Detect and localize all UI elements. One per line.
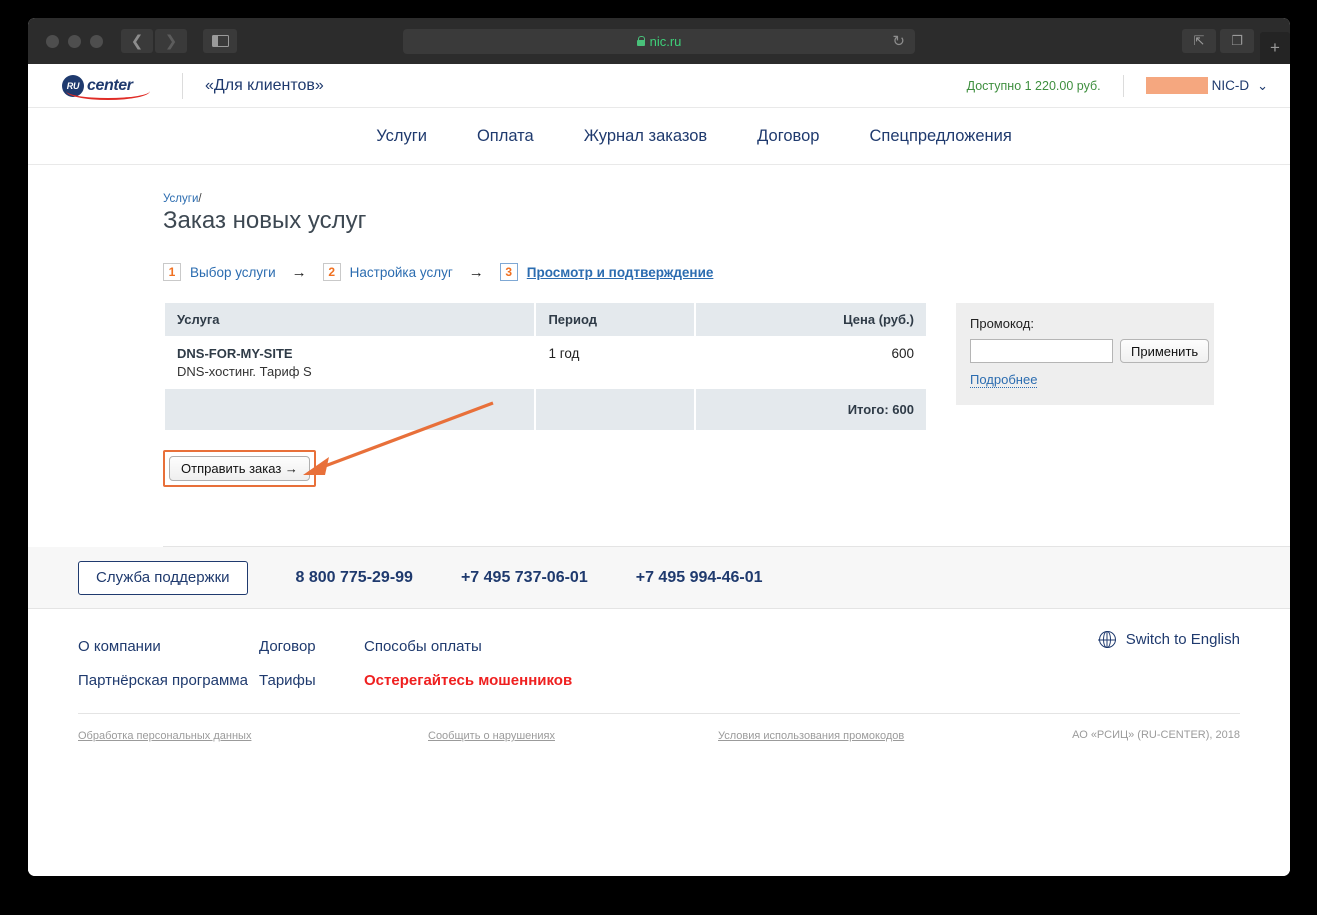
- footer-link-tariffs[interactable]: Тарифы: [259, 672, 364, 689]
- step-1-number: 1: [163, 263, 181, 281]
- step-3-number: 3: [499, 263, 518, 281]
- promo-code-panel: Промокод: Применить Подробнее: [956, 303, 1214, 405]
- step-3-label[interactable]: Просмотр и подтверждение: [527, 265, 714, 280]
- browser-window: ❮ ❯ nic.ru ↻ ⇱ ❐ + RU center «Для клиент…: [28, 18, 1290, 876]
- support-button[interactable]: Служба поддержки: [78, 560, 248, 595]
- service-description: DNS-хостинг. Тариф S: [177, 364, 312, 379]
- legal-link-report-abuse[interactable]: Сообщить о нарушениях: [428, 730, 555, 742]
- maximize-window-button[interactable]: [90, 34, 103, 48]
- nav-item-services[interactable]: Услуги: [376, 127, 427, 146]
- promo-details-link[interactable]: Подробнее: [970, 372, 1038, 388]
- order-table-header-row: Услуга Период Цена (руб.): [165, 303, 926, 336]
- main-content: Услуги/ Заказ новых услуг 1 Выбор услуги…: [28, 165, 1290, 547]
- order-table-body: DNS-FOR-MY-SITE DNS-хостинг. Тариф S 1 г…: [165, 336, 926, 430]
- reload-icon[interactable]: ↻: [892, 32, 905, 50]
- chevron-down-icon: ⌄: [1257, 77, 1268, 93]
- promo-code-row: Применить: [970, 339, 1210, 363]
- account-name: NIC-D: [1211, 78, 1250, 93]
- redacted-account-id: [1145, 77, 1208, 94]
- browser-right-buttons: ⇱ ❐: [1182, 29, 1254, 53]
- legal-links-row: Обработка персональных данных Сообщить о…: [78, 713, 1240, 744]
- step-wizard: 1 Выбор услуги → 2 Настройка услуг → 3 П…: [163, 263, 1290, 281]
- order-total: Итого: 600: [696, 389, 926, 430]
- site-footer: О компании Договор Способы оплаты Партнё…: [28, 609, 1290, 744]
- annotation-arrow-icon: [303, 401, 494, 475]
- lock-icon: [636, 36, 645, 46]
- step-arrow-icon: →: [291, 263, 307, 281]
- nav-item-order-log[interactable]: Журнал заказов: [584, 127, 707, 146]
- back-button[interactable]: ❮: [121, 29, 153, 53]
- account-balance: Доступно 1 220.00 руб.: [966, 78, 1101, 93]
- service-code: DNS-FOR-MY-SITE: [177, 346, 293, 361]
- cell-price: 600: [891, 346, 914, 361]
- footer-row-2: Партнёрская программа Тарифы Остерегайте…: [78, 663, 1240, 697]
- cell-period: 1 год: [548, 346, 580, 361]
- switch-language-label: Switch to English: [1125, 631, 1240, 648]
- breadcrumb: Услуги/: [163, 193, 1290, 205]
- step-2-number: 2: [322, 263, 341, 281]
- sidebar-toggle-button[interactable]: [203, 29, 237, 53]
- step-arrow-icon: →: [468, 263, 484, 281]
- support-phone-1[interactable]: 8 800 775-29-99: [296, 569, 413, 587]
- logo-swoosh-icon: [66, 91, 150, 100]
- page-viewport: RU center «Для клиентов» Доступно 1 220.…: [28, 64, 1290, 876]
- navigation-buttons[interactable]: ❮ ❯: [121, 29, 187, 53]
- header-divider: [182, 72, 183, 99]
- header-separator: [1122, 74, 1124, 97]
- footer-link-payment-methods[interactable]: Способы оплаты: [364, 638, 482, 655]
- address-bar[interactable]: nic.ru ↻: [403, 28, 915, 54]
- promo-code-label: Промокод:: [970, 316, 1034, 331]
- footer-links-grid: О компании Договор Способы оплаты Партнё…: [78, 629, 1240, 697]
- copyright-text: АО «РСИЦ» (RU-CENTER), 2018: [1072, 729, 1240, 741]
- minimize-window-button[interactable]: [68, 34, 81, 48]
- order-total-row: Итого: 600: [165, 389, 926, 430]
- breadcrumb-link-services[interactable]: Услуги: [163, 193, 198, 205]
- site-header: RU center «Для клиентов» Доступно 1 220.…: [28, 64, 1290, 108]
- nav-item-payment[interactable]: Оплата: [477, 127, 534, 146]
- column-header-period: Период: [536, 303, 695, 336]
- ru-center-logo[interactable]: RU center: [62, 71, 156, 101]
- support-phone-2[interactable]: +7 495 737-06-01: [461, 569, 588, 587]
- footer-link-about[interactable]: О компании: [78, 638, 259, 655]
- breadcrumb-separator: /: [198, 193, 202, 205]
- page-title: Заказ новых услуг: [163, 207, 367, 234]
- legal-link-promo-terms[interactable]: Условия использования промокодов: [718, 730, 904, 742]
- total-spacer-2: [536, 389, 695, 430]
- column-header-price: Цена (руб.): [696, 303, 926, 336]
- promo-code-input[interactable]: [970, 339, 1113, 363]
- table-row: DNS-FOR-MY-SITE DNS-хостинг. Тариф S 1 г…: [165, 336, 926, 389]
- header-slogan: «Для клиентов»: [205, 76, 324, 94]
- cell-service: DNS-FOR-MY-SITE DNS-хостинг. Тариф S: [165, 336, 534, 389]
- support-bar: Служба поддержки 8 800 775-29-99 +7 495 …: [28, 547, 1290, 609]
- share-button[interactable]: ⇱: [1182, 29, 1216, 53]
- account-menu[interactable]: NIC-D ⌄: [1145, 77, 1268, 94]
- nav-item-contract[interactable]: Договор: [757, 127, 819, 146]
- switch-language-link[interactable]: Switch to English: [1098, 630, 1240, 649]
- submit-area: Отправить заказ →: [163, 401, 928, 496]
- column-header-service: Услуга: [165, 303, 535, 336]
- forward-button[interactable]: ❯: [155, 29, 187, 53]
- support-phone-3[interactable]: +7 495 994-46-01: [636, 569, 763, 587]
- footer-link-contract[interactable]: Договор: [259, 638, 364, 655]
- browser-titlebar: ❮ ❯ nic.ru ↻ ⇱ ❐ +: [28, 18, 1290, 64]
- order-table-head: Услуга Период Цена (руб.): [165, 303, 926, 336]
- header-right: Доступно 1 220.00 руб. NIC-D ⌄: [966, 74, 1268, 97]
- legal-link-personal-data[interactable]: Обработка персональных данных: [78, 730, 251, 742]
- window-controls[interactable]: [46, 34, 103, 48]
- nav-item-special-offers[interactable]: Спецпредложения: [869, 127, 1011, 146]
- apply-promo-button[interactable]: Применить: [1120, 339, 1210, 363]
- step-2-label[interactable]: Настройка услуг: [350, 265, 453, 280]
- new-tab-button[interactable]: +: [1260, 32, 1290, 64]
- step-1-label[interactable]: Выбор услуги: [190, 265, 276, 280]
- globe-icon: [1098, 630, 1116, 649]
- order-table: Услуга Период Цена (руб.) DNS-FOR-MY-SIT…: [163, 303, 928, 430]
- close-window-button[interactable]: [46, 34, 59, 48]
- address-bar-url: nic.ru: [649, 33, 682, 49]
- main-navigation: Услуги Оплата Журнал заказов Договор Спе…: [28, 108, 1290, 165]
- sidebar-toggle-icon: [211, 35, 229, 47]
- footer-link-partner-program[interactable]: Партнёрская программа: [78, 672, 259, 689]
- show-tabs-button[interactable]: ❐: [1220, 29, 1254, 53]
- footer-row-1: О компании Договор Способы оплаты: [78, 629, 1240, 663]
- footer-link-fraud-warning[interactable]: Остерегайтесь мошенников: [364, 672, 572, 689]
